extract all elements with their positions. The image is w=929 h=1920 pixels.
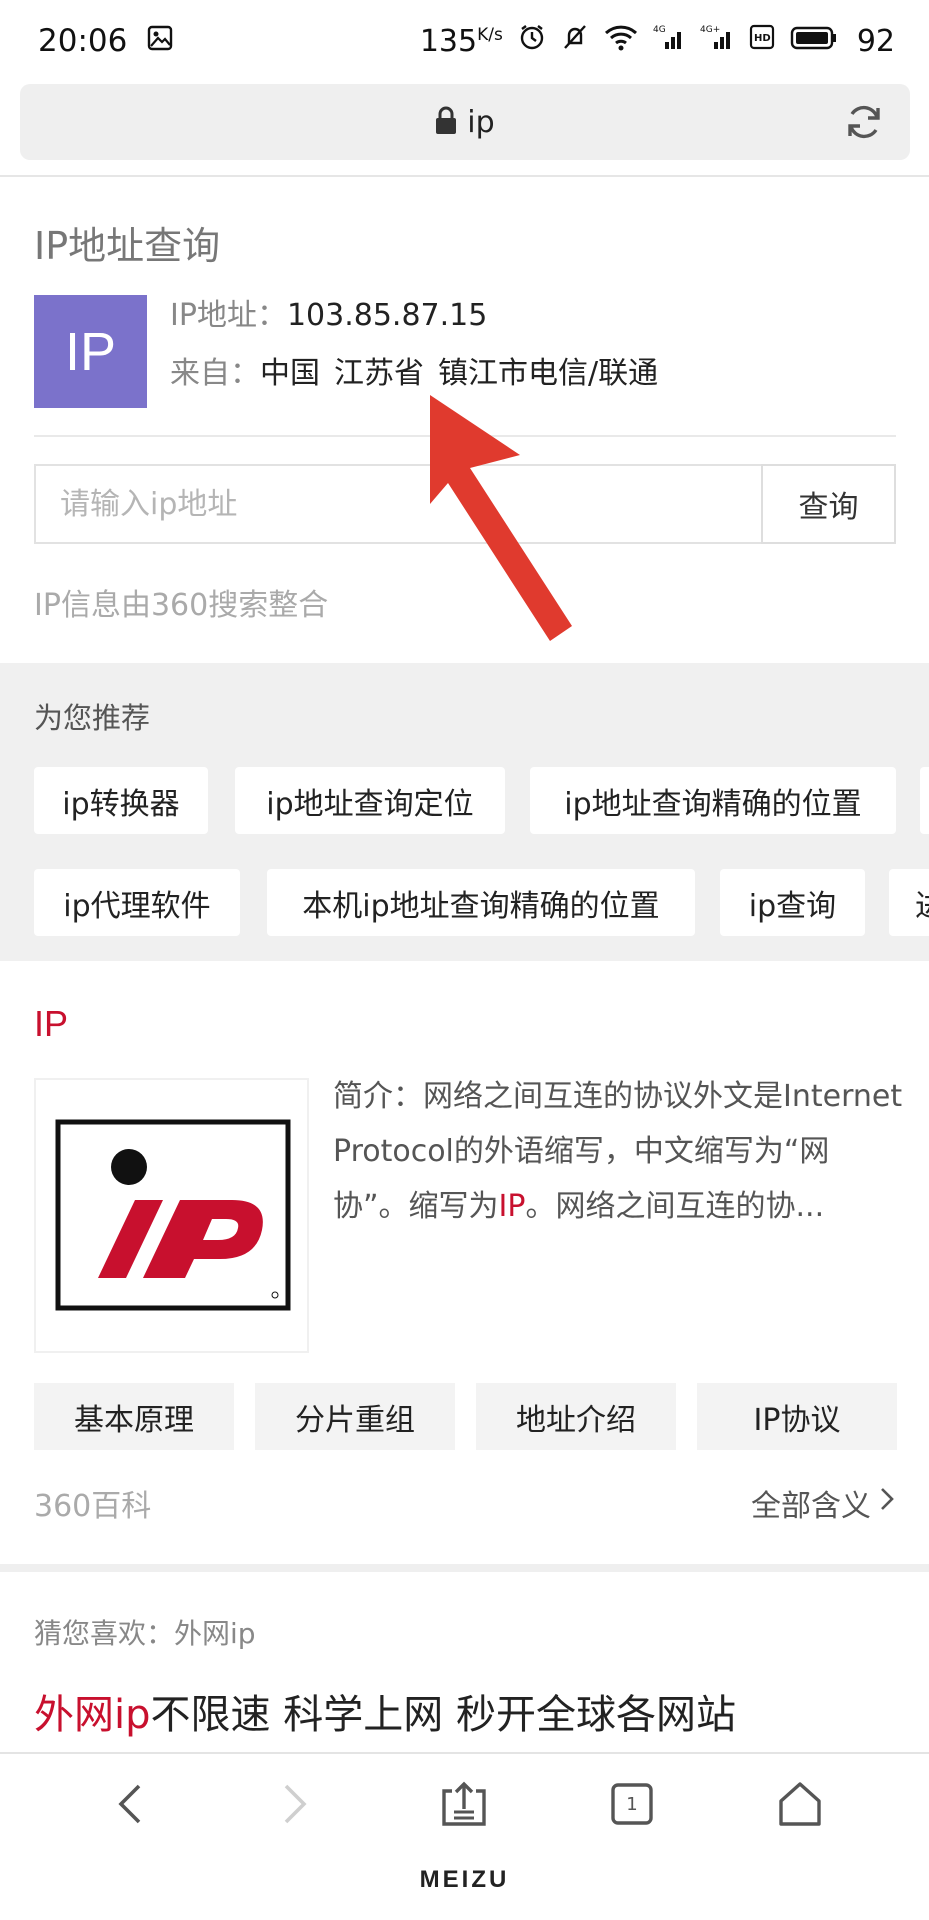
wifi-icon xyxy=(604,23,638,59)
section-divider xyxy=(0,1564,929,1572)
address-bar[interactable]: ip xyxy=(20,84,910,160)
url-text[interactable]: ip xyxy=(467,105,494,140)
ip-location-city: 镇江市电信/联通 xyxy=(438,356,659,391)
device-brand: MEIZU xyxy=(419,1866,510,1893)
section-button[interactable]: 地址介绍 xyxy=(476,1383,676,1450)
ip-source-note: IP信息由360搜索整合 xyxy=(34,588,329,623)
svg-text:4G: 4G xyxy=(653,25,666,35)
ip-search-input[interactable] xyxy=(34,464,762,544)
ip-address-value: 103.85.87.15 xyxy=(286,298,488,333)
ip-lookup-card: IP地址查询 IP IP地址：103.85.87.15 来自：中国 江苏省 镇江市电… xyxy=(0,178,929,663)
battery-icon xyxy=(790,24,838,59)
browser-bottom-nav: 1 xyxy=(0,1752,929,1848)
divider xyxy=(34,435,896,437)
ip-logo: IP xyxy=(34,295,147,408)
all-meanings-link[interactable]: 全部含义 xyxy=(751,1481,895,1525)
ip-address-label: IP地址： xyxy=(170,298,287,333)
chevron-right-icon xyxy=(879,1485,895,1521)
recommend-chip[interactable]: ip地址查询定位 xyxy=(235,767,505,834)
recommend-chip[interactable]: ip代理软件 xyxy=(34,869,240,936)
share-icon[interactable] xyxy=(434,1774,494,1834)
signal-4g-plus-icon: 4G+ xyxy=(700,23,734,59)
query-button[interactable]: 查询 xyxy=(761,464,896,544)
all-meanings-label: 全部含义 xyxy=(751,1489,871,1524)
reload-icon[interactable] xyxy=(844,102,884,146)
ip-address-row: IP地址：103.85.87.15 xyxy=(170,290,487,334)
section-button[interactable]: 基本原理 xyxy=(34,1383,234,1450)
recommend-chip[interactable]: ip转换器 xyxy=(34,767,208,834)
ip-location-country: 中国 xyxy=(260,356,320,391)
signal-4g-icon: 4G xyxy=(653,23,685,59)
home-icon[interactable] xyxy=(770,1774,830,1834)
recommend-section: 为您推荐 ip转换器 ip地址查询定位 ip地址查询精确的位置 ip代理软件 本… xyxy=(0,663,929,961)
forward-icon[interactable] xyxy=(265,1774,325,1834)
section-button[interactable]: 分片重组 xyxy=(255,1383,455,1450)
recommend-title: 为您推荐 xyxy=(34,701,151,735)
network-speed: 135K/s xyxy=(419,23,503,59)
baike-source: 360百科 xyxy=(34,1489,152,1524)
ip-location-province: 江苏省 xyxy=(334,356,424,391)
gallery-icon xyxy=(147,24,173,59)
recommend-chip[interactable]: ip地址查询精确的位置 xyxy=(530,767,896,834)
recommend-chip[interactable]: 进 xyxy=(889,869,929,936)
alarm-icon xyxy=(518,23,546,59)
baike-title[interactable]: IP xyxy=(34,1003,68,1045)
ip-location-label: 来自： xyxy=(170,356,260,391)
battery-percent: 92 xyxy=(856,23,895,59)
status-time: 20:06 xyxy=(38,23,128,59)
ip-logo-image[interactable] xyxy=(34,1078,309,1353)
hd-icon: HD xyxy=(749,23,775,59)
recommend-chip[interactable]: 本机ip地址查询精确的位置 xyxy=(267,869,695,936)
guess-result-link[interactable]: 外网ip不限速 科学上网 秒开全球各网站 xyxy=(34,1682,736,1740)
tab-count: 1 xyxy=(626,1793,638,1815)
tabs-icon[interactable]: 1 xyxy=(602,1774,662,1834)
baike-description: 简介：网络之间互连的协议外文是Internet Protocol的外语缩写，中文… xyxy=(333,1079,903,1224)
recommend-chip[interactable]: ip查询 xyxy=(720,869,865,936)
recommend-chip[interactable] xyxy=(920,767,929,834)
svg-text:HD: HD xyxy=(754,33,771,44)
baike-card: IP 简介：网络之间互连的协议外文是Internet Protocol的外语缩写… xyxy=(0,961,929,1565)
guess-label: 猜您喜欢：外网ip xyxy=(34,1617,256,1650)
section-button[interactable]: IP协议 xyxy=(697,1383,897,1450)
status-bar: 20:06 135K/s 4G 4G+ HD 92 xyxy=(0,0,929,82)
mute-icon xyxy=(561,23,589,59)
lock-icon xyxy=(435,105,457,139)
ip-location-row: 来自：中国 江苏省 镇江市电信/联通 xyxy=(170,348,658,392)
ip-card-title: IP地址查询 xyxy=(34,224,221,268)
divider xyxy=(0,175,929,177)
back-icon[interactable] xyxy=(100,1774,160,1834)
svg-text:4G+: 4G+ xyxy=(700,25,720,35)
